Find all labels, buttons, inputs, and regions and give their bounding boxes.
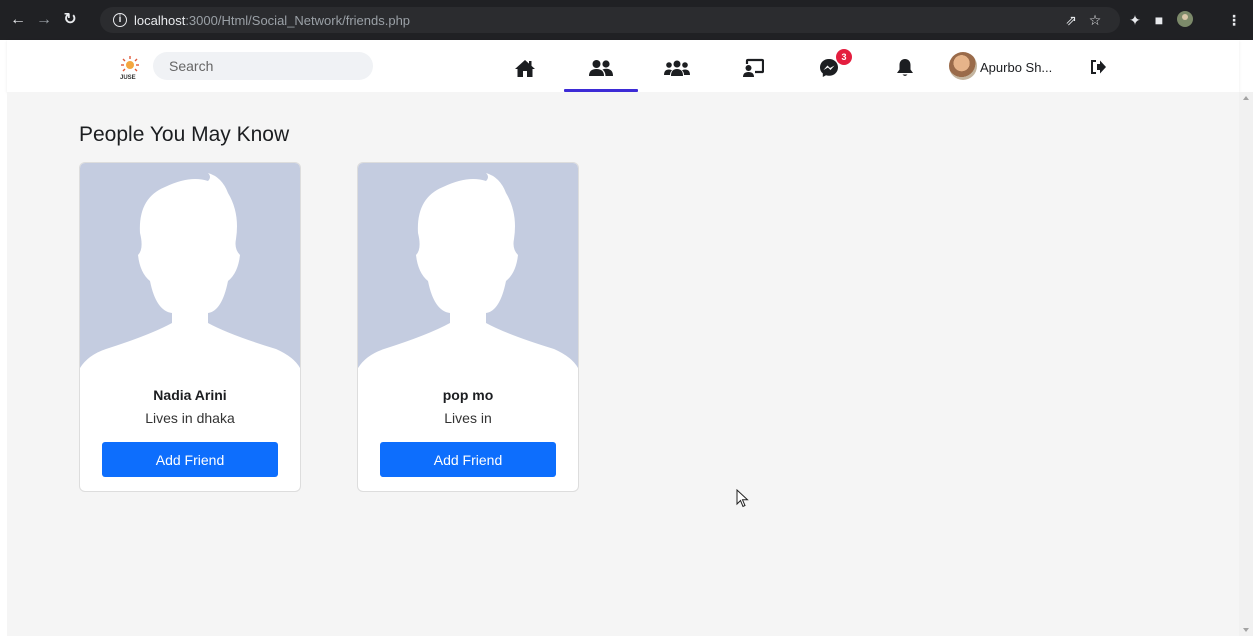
extensions-icon[interactable]: ✦ <box>1125 10 1145 30</box>
forward-arrow-icon[interactable]: → <box>34 10 54 30</box>
friends-icon <box>589 60 613 76</box>
profile-icon[interactable] <box>1175 10 1195 30</box>
logo-text: JUSE <box>120 75 136 81</box>
search-input[interactable] <box>153 52 373 80</box>
person-name[interactable]: Nadia Arini <box>80 387 300 403</box>
profile-photo[interactable] <box>358 163 578 373</box>
url-host: localhost <box>134 13 186 28</box>
person-location: Lives in dhaka <box>145 410 235 426</box>
groups-icon <box>664 60 690 76</box>
nav-friends[interactable] <box>564 52 638 92</box>
person-location: Lives in <box>444 410 492 426</box>
share-icon[interactable]: ⇗ <box>1061 10 1081 30</box>
messenger-icon <box>820 59 838 77</box>
nav-watch[interactable] <box>716 52 790 84</box>
messenger-badge: 3 <box>836 49 852 65</box>
page-title: People You May Know <box>79 123 290 146</box>
scrollbar[interactable] <box>1239 92 1253 636</box>
mouse-cursor-icon <box>736 489 749 508</box>
add-friend-button[interactable]: Add Friend <box>102 442 278 477</box>
default-avatar-icon <box>358 173 578 373</box>
add-friend-button[interactable]: Add Friend <box>380 442 556 477</box>
url-text[interactable]: localhost:3000/Html/Social_Network/frien… <box>134 13 410 28</box>
sidebar-icon[interactable]: ■ <box>1149 10 1169 30</box>
menu-icon[interactable]: ⋮ <box>1224 10 1244 30</box>
default-avatar-icon <box>80 173 300 373</box>
home-icon <box>515 60 535 77</box>
info-icon[interactable]: i <box>113 13 127 27</box>
person-name[interactable]: pop mo <box>358 387 578 403</box>
scroll-down-arrow[interactable] <box>1243 628 1249 632</box>
reload-icon[interactable]: ↻ <box>60 10 80 30</box>
watch-icon <box>743 58 764 77</box>
star-icon[interactable]: ☆ <box>1085 10 1105 30</box>
nav-notifications[interactable] <box>868 52 942 84</box>
scroll-up-arrow[interactable] <box>1243 96 1249 100</box>
bell-icon <box>897 59 913 76</box>
nav-messenger[interactable]: 3 <box>792 49 866 84</box>
app-header: JUSE 3 <box>7 40 1239 92</box>
window-edge <box>0 40 7 636</box>
logout-icon[interactable] <box>1089 58 1107 76</box>
url-path: :3000/Html/Social_Network/friends.php <box>185 13 411 28</box>
user-name[interactable]: Apurbo Sh... <box>980 60 1052 75</box>
person-card: Nadia Arini Lives in dhaka Add Friend <box>79 162 301 492</box>
browser-toolbar: ← → ↻ i localhost:3000/Html/Social_Netwo… <box>0 0 1253 40</box>
person-card: pop mo Lives in Add Friend <box>357 162 579 492</box>
back-arrow-icon[interactable]: ← <box>8 10 28 30</box>
nav-home[interactable] <box>488 52 562 84</box>
profile-photo[interactable] <box>80 163 300 373</box>
nav-groups[interactable] <box>640 52 714 84</box>
avatar[interactable] <box>949 52 977 80</box>
